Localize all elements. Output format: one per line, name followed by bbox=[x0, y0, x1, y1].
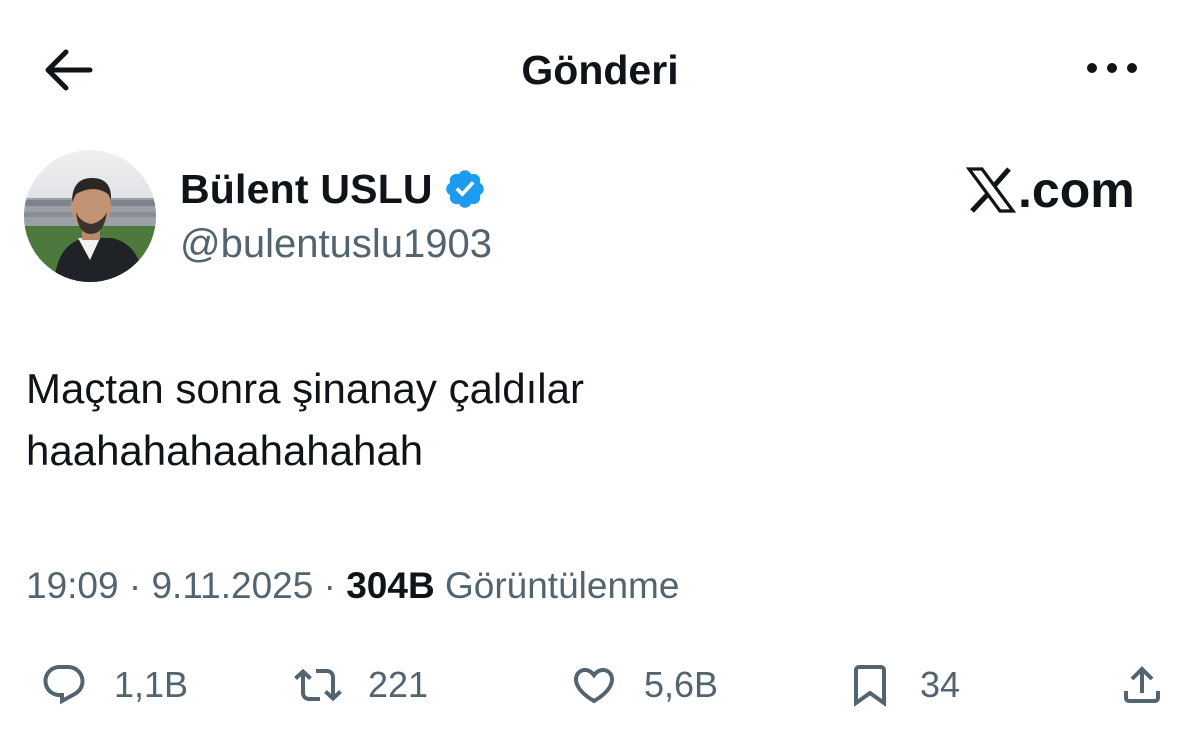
view-count[interactable]: 304B bbox=[346, 565, 434, 606]
bookmark-button[interactable]: 34 bbox=[846, 650, 960, 720]
heart-icon bbox=[573, 668, 615, 704]
separator: · bbox=[313, 565, 347, 606]
more-horizontal-icon bbox=[1087, 63, 1137, 73]
author-name: Bülent USLU bbox=[180, 166, 433, 212]
separator: · bbox=[118, 565, 152, 606]
view-label: Görüntülenme bbox=[434, 565, 680, 606]
share-button[interactable] bbox=[1118, 650, 1166, 720]
bookmark-count: 34 bbox=[920, 664, 961, 705]
page-title: Gönderi bbox=[521, 47, 679, 93]
tweet-text: Maçtan sonra şinanay çaldılar haahahahaa… bbox=[26, 358, 1126, 482]
share-icon bbox=[1124, 666, 1160, 703]
like-button[interactable]: 5,6B bbox=[570, 650, 718, 720]
tweet-date[interactable]: 9.11.2025 bbox=[151, 565, 313, 606]
reply-icon bbox=[43, 665, 85, 705]
verified-badge-icon bbox=[445, 170, 484, 208]
avatar[interactable] bbox=[24, 150, 156, 282]
watermark-text: .com bbox=[1018, 162, 1135, 218]
author-handle[interactable]: @bulentuslu1903 bbox=[180, 218, 492, 270]
x-com-watermark: .com bbox=[966, 162, 1135, 218]
retweet-icon bbox=[294, 668, 342, 702]
retweet-count: 221 bbox=[368, 664, 429, 705]
tweet-line: haahahahaahahahah bbox=[26, 427, 424, 474]
tweet-meta: 19:09 · 9.11.2025 · 304B Görüntülenme bbox=[26, 560, 679, 612]
profile-photo bbox=[24, 150, 156, 282]
author-name-row[interactable]: Bülent USLU bbox=[180, 163, 487, 215]
like-count: 5,6B bbox=[644, 664, 719, 705]
tweet-time[interactable]: 19:09 bbox=[26, 565, 119, 606]
bookmark-icon bbox=[854, 665, 886, 707]
reply-button[interactable]: 1,1B bbox=[40, 650, 188, 720]
reply-count: 1,1B bbox=[114, 664, 189, 705]
x-logo-icon bbox=[966, 167, 1016, 213]
retweet-button[interactable]: 221 bbox=[294, 650, 428, 720]
more-options-button[interactable] bbox=[1082, 46, 1142, 90]
tweet-line: Maçtan sonra şinanay çaldılar bbox=[26, 365, 584, 412]
